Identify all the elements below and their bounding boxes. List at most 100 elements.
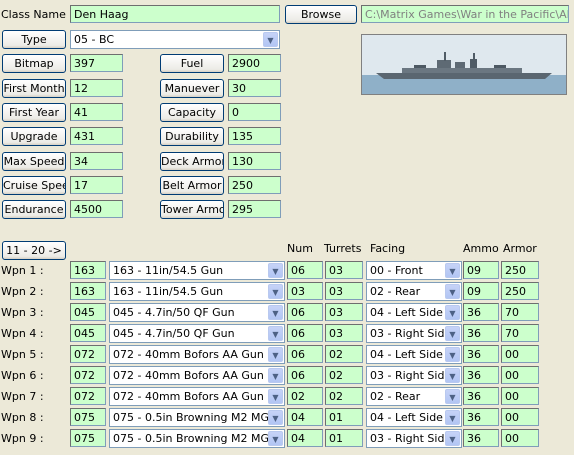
chevron-down-icon[interactable]: ▼: [445, 326, 460, 341]
stat-input[interactable]: 34: [70, 152, 123, 170]
stat-input[interactable]: 130: [228, 152, 281, 170]
weapon-ammo-input[interactable]: 09: [463, 282, 499, 300]
weapon-select[interactable]: 075 - 0.5in Browning M2 MG ▼: [109, 429, 285, 448]
chevron-down-icon[interactable]: ▼: [268, 368, 283, 383]
weapon-num-input[interactable]: 03: [287, 282, 323, 300]
weapon-num-input[interactable]: 06: [287, 345, 323, 363]
weapon-turrets-input[interactable]: 02: [325, 345, 363, 363]
chevron-down-icon[interactable]: ▼: [268, 347, 283, 362]
stat-button[interactable]: Fuel: [160, 54, 224, 73]
weapon-code-input[interactable]: 045: [70, 303, 106, 321]
weapon-turrets-input[interactable]: 01: [325, 429, 363, 447]
chevron-down-icon[interactable]: ▼: [445, 347, 460, 362]
chevron-down-icon[interactable]: ▼: [268, 389, 283, 404]
stat-button[interactable]: Manuever: [160, 79, 224, 98]
weapon-code-input[interactable]: 072: [70, 387, 106, 405]
weapon-facing-select[interactable]: 03 - Right Side ▼: [366, 366, 462, 385]
stat-button[interactable]: Endurance: [2, 200, 66, 219]
chevron-down-icon[interactable]: ▼: [445, 389, 460, 404]
weapon-code-input[interactable]: 163: [70, 261, 106, 279]
weapon-ammo-input[interactable]: 36: [463, 429, 499, 447]
weapon-facing-select[interactable]: 02 - Rear ▼: [366, 282, 462, 301]
weapon-armor-input[interactable]: 00: [501, 345, 539, 363]
weapon-select[interactable]: 072 - 40mm Bofors AA Gun ▼: [109, 387, 285, 406]
stat-input[interactable]: 12: [70, 79, 123, 97]
weapon-select[interactable]: 045 - 4.7in/50 QF Gun ▼: [109, 324, 285, 343]
chevron-down-icon[interactable]: ▼: [268, 326, 283, 341]
weapon-num-input[interactable]: 06: [287, 261, 323, 279]
weapon-facing-select[interactable]: 02 - Rear ▼: [366, 387, 462, 406]
stat-input[interactable]: 397: [70, 54, 123, 72]
stat-input[interactable]: 2900: [228, 54, 281, 72]
chevron-down-icon[interactable]: ▼: [445, 305, 460, 320]
stat-button[interactable]: Durability: [160, 127, 224, 146]
class-name-input[interactable]: Den Haag: [70, 5, 280, 23]
weapon-num-input[interactable]: 04: [287, 408, 323, 426]
browse-button[interactable]: Browse: [285, 5, 357, 24]
chevron-down-icon[interactable]: ▼: [268, 431, 283, 446]
weapon-facing-select[interactable]: 04 - Left Side ▼: [366, 408, 462, 427]
weapon-turrets-input[interactable]: 01: [325, 408, 363, 426]
weapon-code-input[interactable]: 163: [70, 282, 106, 300]
weapon-facing-select[interactable]: 04 - Left Side ▼: [366, 303, 462, 322]
weapon-select[interactable]: 163 - 11in/54.5 Gun ▼: [109, 261, 285, 280]
weapon-code-input[interactable]: 072: [70, 366, 106, 384]
type-button[interactable]: Type: [2, 30, 66, 49]
weapon-armor-input[interactable]: 250: [501, 261, 539, 279]
weapon-facing-select[interactable]: 04 - Left Side ▼: [366, 345, 462, 364]
stat-button[interactable]: Bitmap: [2, 54, 66, 73]
type-select[interactable]: 05 - BC ▼: [70, 30, 280, 49]
stat-input[interactable]: 250: [228, 176, 281, 194]
weapon-ammo-input[interactable]: 09: [463, 261, 499, 279]
weapon-select[interactable]: 072 - 40mm Bofors AA Gun ▼: [109, 345, 285, 364]
weapon-turrets-input[interactable]: 02: [325, 366, 363, 384]
weapon-turrets-input[interactable]: 03: [325, 261, 363, 279]
weapon-num-input[interactable]: 06: [287, 303, 323, 321]
weapon-num-input[interactable]: 04: [287, 429, 323, 447]
weapon-ammo-input[interactable]: 36: [463, 303, 499, 321]
stat-input[interactable]: 4500: [70, 200, 123, 218]
chevron-down-icon[interactable]: ▼: [263, 32, 278, 47]
weapon-turrets-input[interactable]: 03: [325, 303, 363, 321]
stat-button[interactable]: Cruise Speed: [2, 176, 66, 195]
weapon-facing-select[interactable]: 03 - Right Side ▼: [366, 324, 462, 343]
weapon-armor-input[interactable]: 250: [501, 282, 539, 300]
stat-input[interactable]: 30: [228, 79, 281, 97]
weapon-ammo-input[interactable]: 36: [463, 324, 499, 342]
weapon-turrets-input[interactable]: 02: [325, 387, 363, 405]
weapon-facing-select[interactable]: 00 - Front ▼: [366, 261, 462, 280]
chevron-down-icon[interactable]: ▼: [268, 263, 283, 278]
weapon-ammo-input[interactable]: 36: [463, 345, 499, 363]
chevron-down-icon[interactable]: ▼: [268, 305, 283, 320]
weapon-code-input[interactable]: 072: [70, 345, 106, 363]
next-weapons-page-button[interactable]: 11 - 20 ->: [2, 241, 66, 260]
stat-button[interactable]: Upgrade: [2, 127, 66, 146]
weapon-ammo-input[interactable]: 36: [463, 366, 499, 384]
weapon-turrets-input[interactable]: 03: [325, 282, 363, 300]
weapon-code-input[interactable]: 045: [70, 324, 106, 342]
weapon-num-input[interactable]: 06: [287, 324, 323, 342]
chevron-down-icon[interactable]: ▼: [445, 284, 460, 299]
stat-input[interactable]: 135: [228, 127, 281, 145]
weapon-armor-input[interactable]: 00: [501, 408, 539, 426]
weapon-ammo-input[interactable]: 36: [463, 408, 499, 426]
chevron-down-icon[interactable]: ▼: [268, 284, 283, 299]
weapon-select[interactable]: 045 - 4.7in/50 QF Gun ▼: [109, 303, 285, 322]
stat-input[interactable]: 41: [70, 103, 123, 121]
weapon-num-input[interactable]: 02: [287, 387, 323, 405]
stat-input[interactable]: 17: [70, 176, 123, 194]
stat-button[interactable]: Max Speed: [2, 152, 66, 171]
weapon-armor-input[interactable]: 00: [501, 387, 539, 405]
chevron-down-icon[interactable]: ▼: [445, 263, 460, 278]
stat-button[interactable]: Capacity: [160, 103, 224, 122]
chevron-down-icon[interactable]: ▼: [445, 410, 460, 425]
stat-input[interactable]: 431: [70, 127, 123, 145]
stat-button[interactable]: Belt Armor: [160, 176, 224, 195]
weapon-code-input[interactable]: 075: [70, 429, 106, 447]
chevron-down-icon[interactable]: ▼: [268, 410, 283, 425]
stat-input[interactable]: 295: [228, 200, 281, 218]
weapon-facing-select[interactable]: 03 - Right Side ▼: [366, 429, 462, 448]
weapon-armor-input[interactable]: 00: [501, 366, 539, 384]
stat-button[interactable]: First Year: [2, 103, 66, 122]
weapon-select[interactable]: 075 - 0.5in Browning M2 MG ▼: [109, 408, 285, 427]
